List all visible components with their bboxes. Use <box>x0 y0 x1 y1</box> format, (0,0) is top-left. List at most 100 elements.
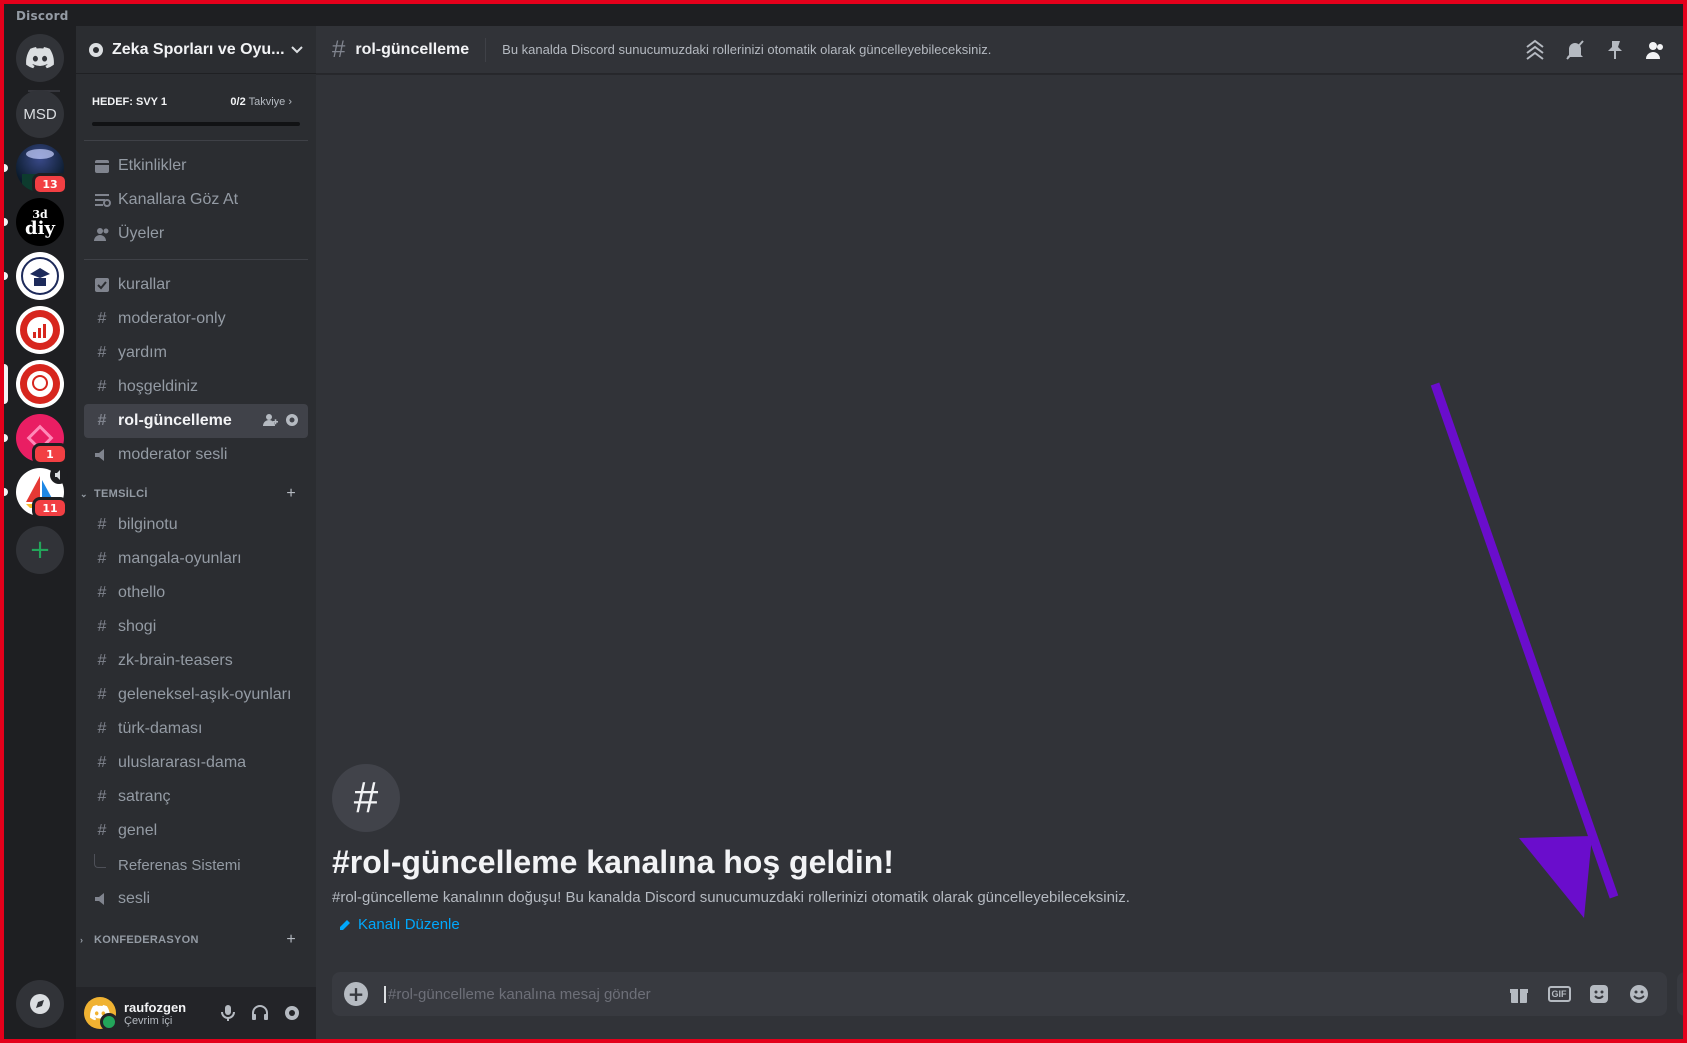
create-channel-icon[interactable]: + <box>286 931 296 949</box>
channel-label: satranç <box>118 788 171 805</box>
channel-mangala-oyunlari[interactable]: # mangala-oyunları <box>84 542 308 576</box>
server-guide-icon <box>89 42 103 57</box>
channel-hosgeldiniz[interactable]: # hoşgeldiniz <box>84 370 308 404</box>
user-settings-button[interactable] <box>276 997 308 1029</box>
server-red-logo[interactable] <box>16 306 64 354</box>
boost-progress-bar <box>92 122 300 126</box>
thread-connector <box>94 854 106 868</box>
sidebar-item-browse-channels[interactable]: Kanallara Göz At <box>84 183 308 217</box>
channel-sesli[interactable]: sesli <box>84 882 308 916</box>
sidebar-item-label: Etkinlikler <box>118 157 187 174</box>
hash-icon: # <box>97 378 107 395</box>
microphone-button[interactable] <box>212 997 244 1029</box>
add-server-button[interactable]: + <box>16 526 64 574</box>
channel-hash-badge-icon: # <box>332 764 400 832</box>
channel-moderator-only[interactable]: # moderator-only <box>84 302 308 336</box>
members-icon <box>92 224 112 244</box>
gift-button[interactable] <box>1503 978 1535 1010</box>
hash-icon: # <box>97 652 107 669</box>
server-header[interactable]: Zeka Sporları ve Oyu... <box>76 26 316 74</box>
member-list-button[interactable] <box>1643 38 1667 62</box>
thread-label: Referenas Sistemi <box>118 856 241 874</box>
invite-icon[interactable] <box>262 412 278 428</box>
unread-pill <box>4 434 8 442</box>
channel-label: genel <box>118 822 158 839</box>
boost-count: 0/2 <box>230 96 246 108</box>
pinned-messages-button[interactable] <box>1603 38 1627 62</box>
channel-label: sesli <box>118 890 151 907</box>
sidebar-item-members[interactable]: Üyeler <box>84 217 308 251</box>
channel-label: kurallar <box>118 276 171 293</box>
unread-pill <box>4 218 8 226</box>
thread-referenas-sistemi[interactable]: Referenas Sistemi <box>84 848 308 882</box>
edit-channel-link[interactable]: Kanalı Düzenle <box>332 916 1130 933</box>
channel-zk-brain-teasers[interactable]: # zk-brain-teasers <box>84 644 308 678</box>
channel-rol-guncelleme[interactable]: # rol-güncelleme <box>84 404 308 438</box>
upload-plus-button[interactable]: + <box>344 982 368 1006</box>
hash-icon: # <box>97 686 107 703</box>
welcome-title: #rol-güncelleme kanalına hoş geldin! <box>332 844 894 880</box>
threads-button[interactable] <box>1523 38 1547 62</box>
microphone-icon <box>221 1005 235 1021</box>
channel-label: geleneksel-aşık-oyunları <box>118 686 292 703</box>
channel-header: # rol-güncelleme Bu kanalda Discord sunu… <box>316 26 1683 74</box>
channel-kurallar[interactable]: kurallar <box>84 268 308 302</box>
sidebar-item-events[interactable]: Etkinlikler <box>84 149 308 183</box>
server-brain-logo[interactable] <box>4 360 64 408</box>
boost-goal[interactable]: HEDEF: SVY 1 0/2 Takviye › <box>88 86 304 132</box>
channel-satranc[interactable]: # satranç <box>84 780 308 814</box>
welcome-text: #rol-güncelleme kanalının doğuşu! Bu kan… <box>332 889 1130 906</box>
voice-channel-icon <box>92 889 112 909</box>
channel-yardim[interactable]: # yardım <box>84 336 308 370</box>
calendar-icon <box>92 156 112 176</box>
channel-othello[interactable]: # othello <box>84 576 308 610</box>
server-sailboat[interactable]: 11 <box>4 466 68 519</box>
diy-logo: 3d diy <box>16 198 64 246</box>
server-dark-planet[interactable]: 13 <box>4 144 68 195</box>
channel-label: mangala-oyunları <box>118 550 242 567</box>
channel-label: zk-brain-teasers <box>118 652 233 669</box>
category-temsilci[interactable]: ⌄ TEMSİLCİ + <box>76 480 316 508</box>
direct-messages-button[interactable] <box>16 34 64 82</box>
boost-goal-label: HEDEF: SVY 1 <box>92 96 167 108</box>
notifications-button[interactable] <box>1563 38 1587 62</box>
server-pink-diamond[interactable]: 1 <box>4 414 68 465</box>
edit-channel-label: Kanalı Düzenle <box>358 916 460 933</box>
server-msd[interactable]: MSD <box>16 90 64 138</box>
headphones-button[interactable] <box>244 997 276 1029</box>
channel-uluslararasi-dama[interactable]: # uluslararası-dama <box>84 746 308 780</box>
boost-unit: Takviye <box>248 96 286 108</box>
window-title: Discord <box>16 9 69 23</box>
unread-pill <box>4 272 8 280</box>
gear-icon[interactable] <box>284 412 300 428</box>
avatar[interactable] <box>84 997 118 1031</box>
username: raufozgen <box>124 999 187 1015</box>
category-konfederasyon[interactable]: › KONFEDERASYON + <box>76 926 316 954</box>
hash-icon: # <box>97 584 107 601</box>
discover-button[interactable] <box>16 980 64 1028</box>
gif-button[interactable]: GIF <box>1543 978 1575 1010</box>
emoji-button[interactable] <box>1623 978 1655 1010</box>
category-label: KONFEDERASYON <box>94 934 199 946</box>
channel-genel[interactable]: # genel <box>84 814 308 848</box>
server-3d-diy[interactable]: 3d diy <box>4 198 64 246</box>
apps-button[interactable] <box>1677 972 1683 1016</box>
channel-shogi[interactable]: # shogi <box>84 610 308 644</box>
create-channel-icon[interactable]: + <box>286 485 296 503</box>
headphones-icon <box>252 1005 268 1020</box>
mention-badge: 11 <box>32 497 68 519</box>
user-panel: raufozgen Çevrim içi <box>76 987 316 1039</box>
pencil-icon <box>340 919 350 930</box>
channel-turk-damasi[interactable]: # türk-daması <box>84 712 308 746</box>
sticker-button[interactable] <box>1583 978 1615 1010</box>
server-school-crest[interactable] <box>4 252 64 300</box>
message-input[interactable] <box>384 985 1495 1003</box>
user-names[interactable]: raufozgen Çevrim içi <box>124 1000 212 1027</box>
channel-moderator-sesli[interactable]: moderator sesli <box>84 438 308 472</box>
server-name: Zeka Sporları ve Oyu... <box>112 40 285 58</box>
channel-bilginotu[interactable]: # bilginotu <box>84 508 308 542</box>
channel-label: yardım <box>118 344 167 361</box>
channel-topic[interactable]: Bu kanalda Discord sunucumuzdaki rolleri… <box>502 42 1507 57</box>
user-status: Çevrim içi <box>124 1014 173 1027</box>
channel-geleneksel-asik-oyunlari[interactable]: # geleneksel-aşık-oyunları <box>84 678 308 712</box>
